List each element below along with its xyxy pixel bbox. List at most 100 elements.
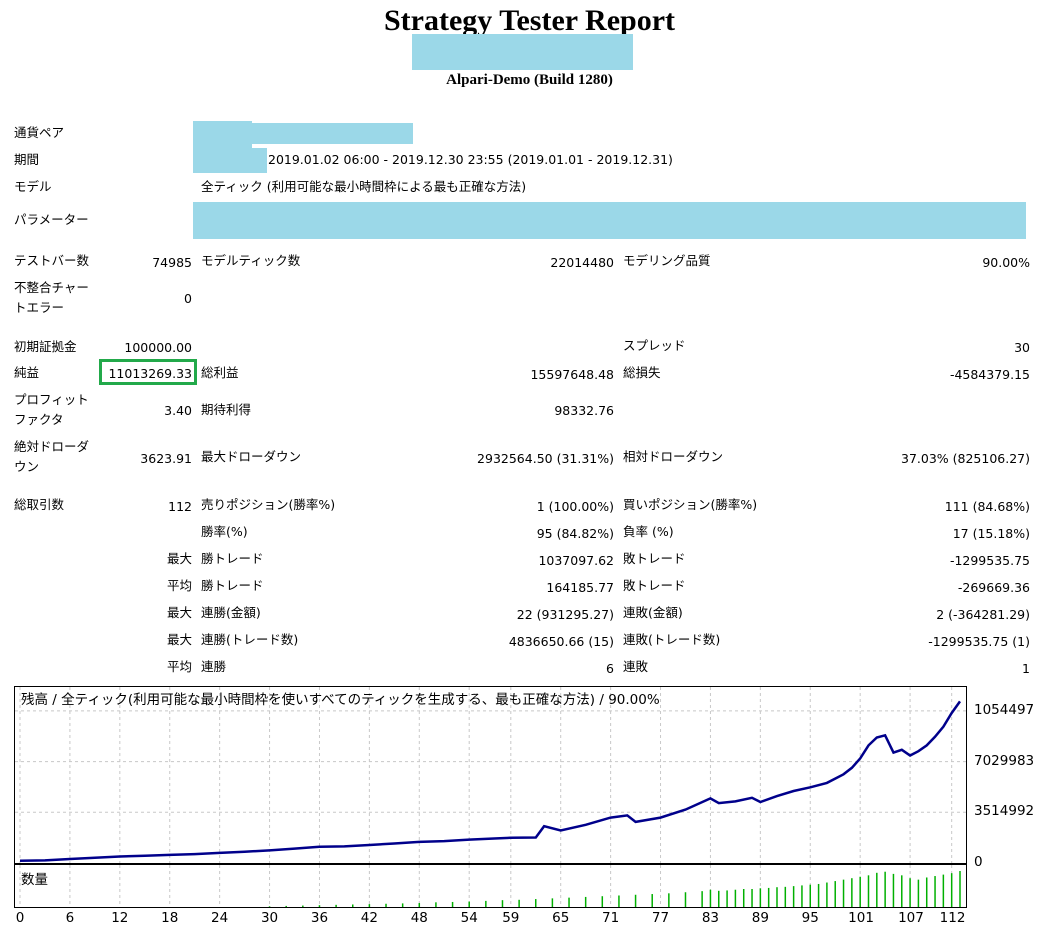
x-tick-label: 89 [751, 910, 769, 926]
abs-dd-value: 3623.91 [140, 451, 192, 466]
win-pct-value: 95 (84.82%) [536, 526, 614, 541]
net-value: 11013269.33 [108, 366, 192, 381]
pf-label-2: ファクタ [14, 412, 64, 427]
deposit-value: 100000.00 [124, 340, 192, 355]
avg-label: 平均 [166, 578, 192, 593]
cons-win-count-label: 連勝(トレード数) [201, 632, 299, 647]
report-title: Strategy Tester Report [383, 4, 676, 37]
avg-cons-win-label: 連勝 [201, 659, 227, 674]
gross-loss-value: -4584379.15 [949, 367, 1030, 382]
volume-chart-title: 数量 [21, 872, 48, 888]
long-value: 111 (84.68%) [944, 499, 1030, 514]
cons-loss-count-value: -1299535.75 (1) [928, 634, 1030, 649]
avg-cons-win-value: 6 [606, 661, 614, 676]
server-name: Alpari-Demo (Build 1280) [446, 72, 613, 88]
gross-profit-label: 総利益 [201, 365, 239, 380]
ticks-label: モデルティック数 [201, 253, 301, 268]
largest-loss-label: 敗トレード [623, 551, 686, 566]
cons-loss-money-value: 2 (-364281.29) [936, 607, 1030, 622]
max-dd-label: 最大ドローダウン [201, 449, 302, 464]
redacted-block [193, 123, 413, 144]
redacted-block [193, 202, 1026, 239]
x-tick-label: 59 [502, 910, 520, 926]
x-tick-label: 12 [111, 910, 129, 926]
period-value: 2019.01.02 06:00 - 2019.12.30 23:55 (201… [268, 152, 673, 167]
spread-label: スプレッド [623, 338, 686, 353]
bars-value: 74985 [152, 255, 192, 270]
rel-dd-value: 37.03% (825106.27) [901, 451, 1030, 466]
x-tick-label: 54 [460, 910, 478, 926]
largest-win-value: 1037097.62 [538, 553, 614, 568]
quality-label: モデリング品質 [623, 253, 711, 268]
avg-cons-loss-value: 1 [1022, 661, 1030, 676]
x-tick-label: 30 [260, 910, 279, 926]
ticks-value: 22014480 [550, 255, 614, 270]
mismatch-label-2: トエラー [14, 300, 65, 315]
max-label: 最大 [166, 632, 192, 647]
expected-label: 期待利得 [201, 402, 252, 417]
x-tick-label: 0 [15, 910, 25, 926]
x-tick-label: 112 [939, 910, 966, 926]
x-tick-label: 6 [65, 910, 75, 926]
y-tick-label: 3514992 [974, 803, 1035, 820]
deposit-label: 初期証拠金 [14, 339, 77, 354]
balance-chart: 残高 / 全ティック(利用可能な最小時間枠を使いすべてのティックを生成する、最も… [14, 686, 967, 864]
x-tick-label: 48 [410, 910, 428, 926]
redacted-block [193, 148, 267, 173]
short-value: 1 (100.00%) [536, 499, 614, 514]
x-tick-label: 107 [898, 910, 924, 926]
cons-loss-count-label: 連敗(トレード数) [623, 632, 721, 647]
volume-chart: 数量 [14, 864, 967, 908]
abs-dd-label-1: 絶対ドローダ [14, 439, 90, 454]
bars-label: テストバー数 [14, 253, 90, 268]
x-tick-label: 83 [701, 910, 720, 926]
balance-chart-title: 残高 / 全ティック(利用可能な最小時間枠を使いすべてのティックを生成する、最も… [21, 692, 660, 708]
symbol-label: 通貨ペア [14, 125, 65, 140]
max-label: 最大 [166, 605, 192, 620]
loss-pct-label: 負率 (%) [623, 524, 674, 539]
cons-win-money-value: 22 (931295.27) [516, 607, 614, 622]
y-tick-label: 1054497 [974, 701, 1035, 718]
spread-value: 30 [1014, 340, 1030, 355]
win-pct-label: 勝率(%) [201, 524, 248, 539]
short-label: 売りポジション(勝率%) [201, 497, 336, 512]
avg-loss-label: 敗トレード [623, 578, 686, 593]
x-tick-label: 24 [211, 910, 229, 926]
mismatch-value: 0 [184, 291, 192, 306]
volume-chart-svg [19, 865, 961, 907]
redacted-block [412, 34, 633, 70]
cons-win-money-label: 連勝(金額) [201, 605, 261, 620]
avg-label: 平均 [166, 659, 192, 674]
x-tick-label: 77 [651, 910, 670, 926]
avg-loss-value: -269669.36 [957, 580, 1030, 595]
model-label: モデル [14, 179, 52, 194]
avg-win-label: 勝トレード [201, 578, 264, 593]
expected-value: 98332.76 [554, 403, 614, 418]
x-tick-label: 36 [310, 910, 329, 926]
quality-value: 90.00% [982, 255, 1030, 270]
balance-chart-svg [15, 687, 966, 863]
net-label: 純益 [14, 365, 40, 380]
loss-pct-value: 17 (15.18%) [952, 526, 1030, 541]
abs-dd-label-2: ウン [14, 459, 40, 474]
pf-value: 3.40 [164, 403, 192, 418]
model-value: 全ティック (利用可能な最小時間枠による最も正確な方法) [201, 179, 527, 194]
gross-loss-label: 総損失 [623, 365, 661, 380]
period-label: 期間 [14, 152, 40, 167]
x-tick-label: 71 [602, 910, 620, 926]
x-tick-label: 95 [801, 910, 819, 926]
rel-dd-label: 相対ドローダウン [623, 449, 724, 464]
x-tick-label: 101 [848, 910, 874, 926]
trades-value: 112 [168, 499, 192, 514]
avg-cons-loss-label: 連敗 [623, 659, 649, 674]
long-label: 買いポジション(勝率%) [623, 497, 758, 512]
pf-label-1: プロフィット [14, 392, 89, 407]
avg-win-value: 164185.77 [546, 580, 614, 595]
cons-loss-money-label: 連敗(金額) [623, 605, 683, 620]
y-tick-label: 7029983 [974, 752, 1035, 769]
y-tick-label: 0 [974, 854, 983, 870]
balance-line [19, 700, 962, 863]
x-tick-label: 18 [161, 910, 179, 926]
max-dd-value: 2932564.50 (31.31%) [477, 451, 614, 466]
x-tick-label: 65 [552, 910, 570, 926]
